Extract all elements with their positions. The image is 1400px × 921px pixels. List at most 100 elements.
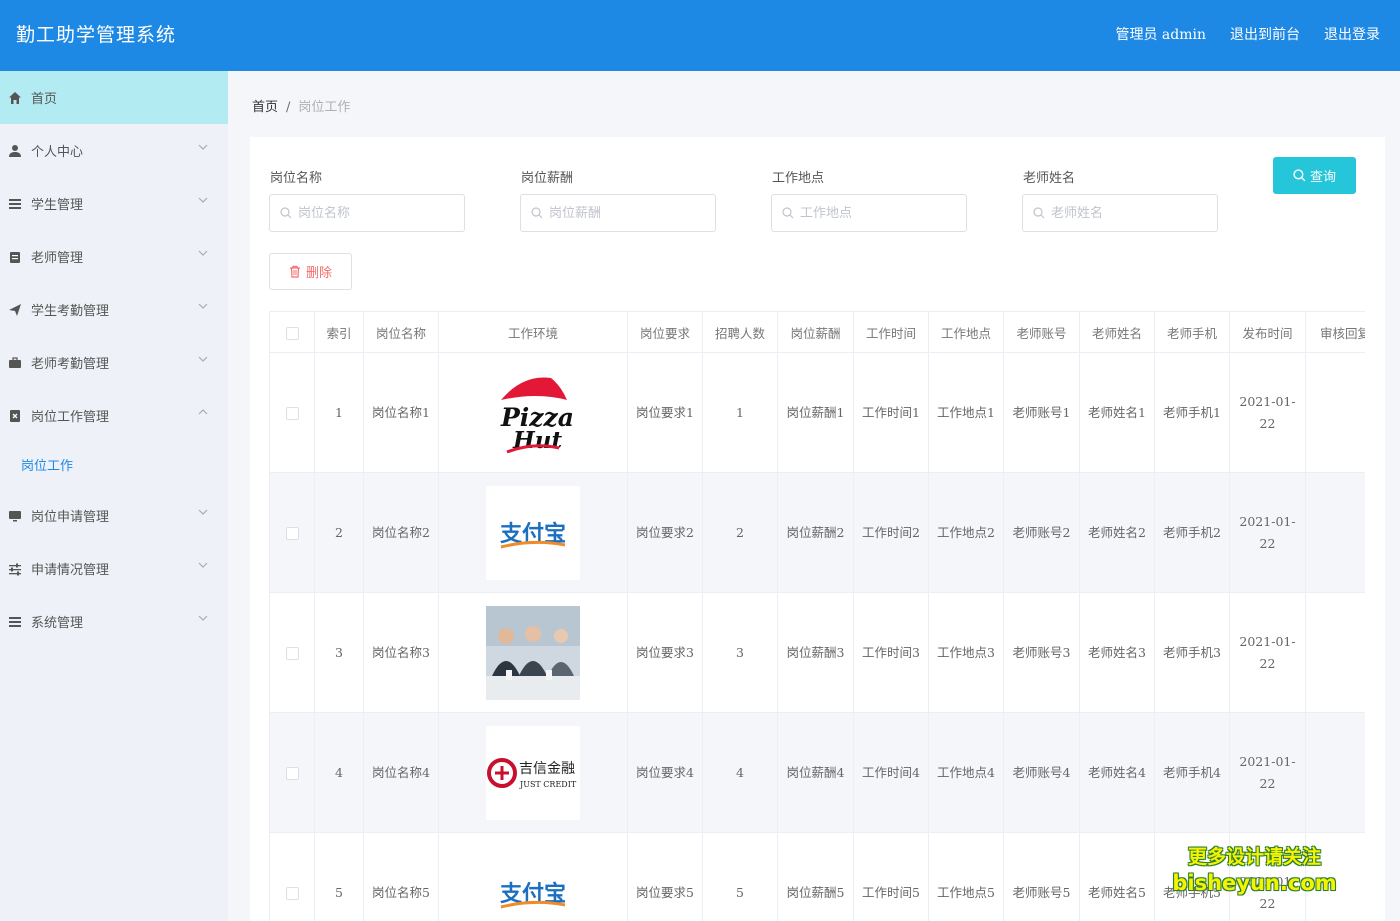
top-nav: 管理员 admin 退出到前台 退出登录 — [1115, 24, 1380, 44]
cell-review-reply — [1306, 713, 1366, 833]
row-checkbox[interactable] — [286, 407, 299, 420]
logout-link[interactable]: 退出登录 — [1324, 24, 1380, 44]
column-header: 发布时间 — [1230, 312, 1306, 353]
job-name-input[interactable] — [298, 206, 458, 221]
cell-index: 3 — [315, 593, 364, 713]
logo-text-english: JUST CREDIT — [519, 780, 577, 789]
clipboard-icon — [7, 249, 23, 265]
cell-requirement: 岗位要求4 — [628, 713, 703, 833]
cell-salary: 岗位薪酬2 — [778, 473, 854, 593]
chevron-down-icon — [198, 560, 208, 570]
filter-label-job-name: 岗位名称 — [270, 167, 322, 186]
alipay-logo: 支付宝 — [486, 486, 580, 580]
cell-teacher-account: 老师账号3 — [1004, 593, 1080, 713]
sidebar-item-home[interactable]: 首页 — [0, 71, 228, 124]
filter-label-salary: 岗位薪酬 — [521, 167, 573, 186]
cell-teacher-account: 老师账号4 — [1004, 713, 1080, 833]
cell-requirement: 岗位要求2 — [628, 473, 703, 593]
column-header: 老师手机 — [1155, 312, 1230, 353]
select-all-checkbox[interactable] — [286, 327, 299, 340]
sidebar-item-student-attendance[interactable]: 学生考勤管理 — [0, 283, 228, 336]
row-checkbox-cell — [270, 713, 315, 833]
sidebar-item-application-status[interactable]: 申请情况管理 — [0, 542, 228, 595]
column-header: 审核回复 — [1306, 312, 1366, 353]
cell-publish-date: 2021-01-22 — [1230, 353, 1306, 473]
sidebar-item-label: 个人中心 — [31, 141, 83, 160]
table-row: 2 岗位名称2 支付宝 岗位要求2 2 岗位薪酬2 工作时间2 — [270, 473, 1366, 593]
sidebar-item-system[interactable]: 系统管理 — [0, 595, 228, 648]
sidebar-item-label: 老师管理 — [31, 247, 83, 266]
cell-review-reply — [1306, 473, 1366, 593]
location-input[interactable] — [800, 206, 960, 221]
sidebar-item-profile[interactable]: 个人中心 — [0, 124, 228, 177]
sidebar-item-teachers[interactable]: 老师管理 — [0, 230, 228, 283]
sidebar-item-label: 岗位工作管理 — [31, 406, 109, 425]
column-header: 老师账号 — [1004, 312, 1080, 353]
breadcrumb-home[interactable]: 首页 — [252, 100, 278, 115]
app-title: 勤工助学管理系统 — [16, 20, 176, 47]
header-checkbox-cell — [270, 312, 315, 353]
jobs-table-container: 索引 岗位名称 工作环境 岗位要求 招聘人数 岗位薪酬 工作时间 工作地点 老师… — [269, 311, 1365, 921]
column-header: 岗位要求 — [628, 312, 703, 353]
row-checkbox[interactable] — [286, 527, 299, 540]
just-credit-logo: 吉信金融 JUST CREDIT — [486, 726, 580, 820]
sidebar-item-label: 岗位申请管理 — [31, 506, 109, 525]
teacher-name-input[interactable] — [1051, 206, 1211, 221]
cell-location: 工作地点2 — [929, 473, 1004, 593]
cell-job-name: 岗位名称2 — [364, 473, 439, 593]
salary-input[interactable] — [549, 206, 709, 221]
cell-teacher-name: 老师姓名3 — [1080, 593, 1155, 713]
cell-teacher-phone: 老师手机1 — [1155, 353, 1230, 473]
cell-work-time: 工作时间3 — [854, 593, 929, 713]
cell-job-name: 岗位名称5 — [364, 833, 439, 921]
cell-index: 5 — [315, 833, 364, 921]
cell-location: 工作地点4 — [929, 713, 1004, 833]
cell-teacher-account: 老师账号2 — [1004, 473, 1080, 593]
search-icon — [782, 207, 794, 219]
pizza-hut-logo: Pizza Hut — [486, 366, 580, 460]
sidebar-item-teacher-attendance[interactable]: 老师考勤管理 — [0, 336, 228, 389]
cell-teacher-phone: 老师手机3 — [1155, 593, 1230, 713]
cell-review-reply — [1306, 593, 1366, 713]
cell-teacher-account: 老师账号5 — [1004, 833, 1080, 921]
cell-salary: 岗位薪酬1 — [778, 353, 854, 473]
delete-button[interactable]: 删除 — [269, 253, 352, 290]
search-button[interactable]: 查询 — [1273, 157, 1356, 194]
table-row: 4 岗位名称4 吉信金融 JUST CREDIT 岗位要求4 — [270, 713, 1366, 833]
cell-salary: 岗位薪酬3 — [778, 593, 854, 713]
user-icon — [7, 143, 23, 159]
search-button-label: 查询 — [1310, 166, 1336, 185]
sidebar: 首页 个人中心 学生管理 老师管理 学生考勤管理 老师考勤管理 — [0, 71, 228, 921]
column-header: 老师姓名 — [1080, 312, 1155, 353]
row-checkbox-cell — [270, 473, 315, 593]
column-header: 岗位名称 — [364, 312, 439, 353]
home-icon — [7, 90, 23, 106]
logo-text-chinese: 吉信金融 — [519, 761, 575, 777]
row-checkbox[interactable] — [286, 887, 299, 900]
cell-review-reply — [1306, 353, 1366, 473]
row-checkbox-cell — [270, 833, 315, 921]
cell-job-name: 岗位名称3 — [364, 593, 439, 713]
cell-environment — [439, 593, 628, 713]
salary-input-box — [520, 194, 716, 232]
monitor-icon — [7, 508, 23, 524]
watermark-line-2: bisheyun.com — [1172, 870, 1337, 896]
exit-to-frontend-link[interactable]: 退出到前台 — [1230, 24, 1300, 44]
main-panel: 岗位名称 岗位薪酬 工作地点 老师姓名 查询 删除 — [250, 137, 1385, 921]
column-header: 工作环境 — [439, 312, 628, 353]
cell-teacher-name: 老师姓名4 — [1080, 713, 1155, 833]
sliders-icon — [7, 561, 23, 577]
briefcase-icon — [7, 355, 23, 371]
admin-user-link[interactable]: 管理员 admin — [1115, 24, 1206, 44]
sidebar-item-application-management[interactable]: 岗位申请管理 — [0, 489, 228, 542]
logo-text-hut: Hut — [512, 427, 562, 454]
row-checkbox[interactable] — [286, 647, 299, 660]
sidebar-item-students[interactable]: 学生管理 — [0, 177, 228, 230]
row-checkbox[interactable] — [286, 767, 299, 780]
cell-work-time: 工作时间1 — [854, 353, 929, 473]
submenu-item-jobs[interactable]: 岗位工作 — [0, 444, 228, 484]
table-header-row: 索引 岗位名称 工作环境 岗位要求 招聘人数 岗位薪酬 工作时间 工作地点 老师… — [270, 312, 1366, 353]
chevron-down-icon — [198, 142, 208, 152]
alipay-logo: 支付宝 — [486, 846, 580, 921]
sidebar-item-job-management[interactable]: 岗位工作管理 — [0, 389, 228, 442]
